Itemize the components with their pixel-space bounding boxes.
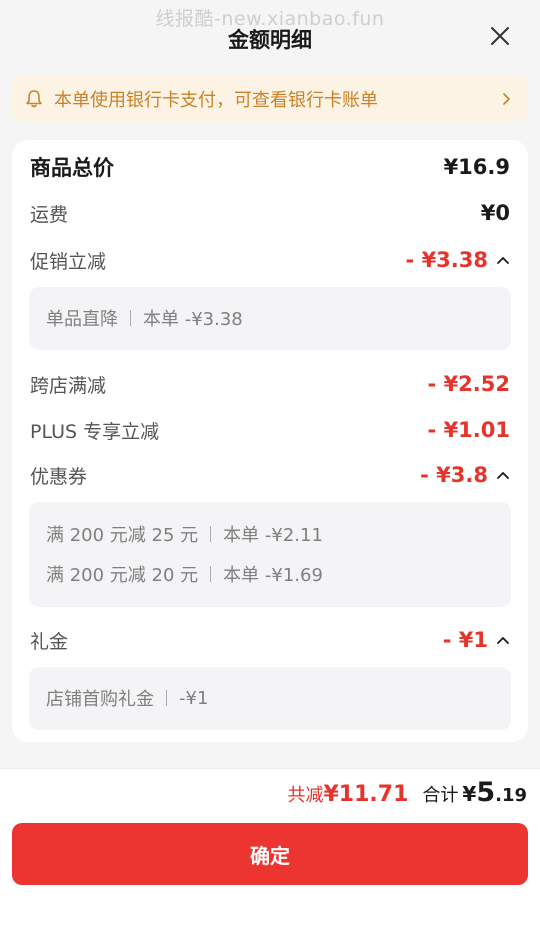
gift-value: - ¥1 bbox=[442, 628, 488, 652]
separator bbox=[130, 310, 131, 326]
total-currency: ¥ bbox=[462, 782, 477, 806]
coupon-value: - ¥3.8 bbox=[420, 463, 488, 487]
promo-amount[interactable]: - ¥3.38 bbox=[406, 248, 510, 272]
bell-icon bbox=[26, 90, 42, 108]
coupon-amount[interactable]: - ¥3.8 bbox=[420, 463, 510, 487]
chevron-up-icon[interactable] bbox=[496, 635, 510, 645]
coupon-detail-value: 本单 -¥2.11 bbox=[223, 525, 323, 546]
amount-details-card: 商品总价 ¥16.9 运费 ¥0 促销立减 - ¥3.38 单品直降 本单 -¥… bbox=[12, 140, 528, 742]
chevron-up-icon[interactable] bbox=[496, 255, 510, 265]
promo-detail-box: 单品直降 本单 -¥3.38 bbox=[29, 287, 511, 350]
gift-label: 礼金 bbox=[30, 630, 69, 653]
separator bbox=[210, 566, 212, 582]
promo-value: - ¥3.38 bbox=[405, 248, 488, 272]
discount-label: 共减 bbox=[287, 785, 324, 806]
gift-detail-line: 店铺首购礼金 -¥1 bbox=[46, 678, 494, 718]
gift-detail-name: 店铺首购礼金 bbox=[46, 689, 154, 710]
promo-detail-value: 本单 -¥3.38 bbox=[143, 309, 243, 330]
bottom-bar: 共减 ¥11.71 合计 ¥ 5 .19 确定 bbox=[0, 768, 540, 938]
total-price-row: 商品总价 ¥16.9 bbox=[30, 150, 510, 184]
total-integer: 5 bbox=[476, 777, 496, 808]
coupon-row[interactable]: 优惠券 - ¥3.8 bbox=[30, 458, 510, 492]
promo-row[interactable]: 促销立减 - ¥3.38 bbox=[30, 243, 510, 277]
discount-value: ¥11.71 bbox=[323, 782, 409, 807]
cross-store-value: - ¥2.52 bbox=[427, 372, 510, 396]
coupon-detail-name: 满 200 元减 25 元 bbox=[46, 525, 199, 546]
header: 线报酷-new.xianbao.fun 金额明细 bbox=[0, 0, 540, 72]
plus-label: PLUS 专享立减 bbox=[30, 420, 160, 443]
total-price-label: 商品总价 bbox=[30, 156, 114, 180]
promo-detail-line: 单品直降 本单 -¥3.38 bbox=[46, 298, 494, 338]
total-decimal: .19 bbox=[495, 785, 527, 806]
bank-card-notice[interactable]: 本单使用银行卡支付，可查看银行卡账单 bbox=[12, 76, 528, 122]
coupon-detail-box: 满 200 元减 25 元 本单 -¥2.11 满 200 元减 20 元 本单… bbox=[29, 502, 511, 607]
promo-label: 促销立减 bbox=[30, 250, 107, 273]
cross-store-row: 跨店满减 - ¥2.52 bbox=[30, 367, 510, 401]
separator bbox=[166, 690, 167, 706]
confirm-button[interactable]: 确定 bbox=[12, 823, 528, 885]
price-summary: 共减 ¥11.71 合计 ¥ 5 .19 bbox=[287, 777, 527, 808]
coupon-label: 优惠券 bbox=[30, 465, 88, 488]
notice-text: 本单使用银行卡支付，可查看银行卡账单 bbox=[54, 90, 378, 111]
gift-row[interactable]: 礼金 - ¥1 bbox=[30, 623, 510, 657]
page-title: 金额明细 bbox=[228, 28, 312, 52]
chevron-up-icon[interactable] bbox=[496, 470, 510, 480]
coupon-detail-line: 满 200 元减 20 元 本单 -¥1.69 bbox=[46, 554, 494, 594]
plus-value: - ¥1.01 bbox=[427, 418, 510, 442]
coupon-detail-name: 满 200 元减 20 元 bbox=[46, 565, 199, 586]
shipping-value: ¥0 bbox=[480, 201, 510, 225]
total-price-value: ¥16.9 bbox=[443, 155, 510, 179]
shipping-row: 运费 ¥0 bbox=[30, 196, 510, 230]
coupon-detail-value: 本单 -¥1.69 bbox=[223, 565, 323, 586]
gift-detail-box: 店铺首购礼金 -¥1 bbox=[29, 667, 511, 730]
shipping-label: 运费 bbox=[30, 203, 69, 226]
gift-amount[interactable]: - ¥1 bbox=[443, 628, 510, 652]
plus-row: PLUS 专享立减 - ¥1.01 bbox=[30, 413, 510, 447]
chevron-right-icon bbox=[503, 93, 510, 105]
gift-detail-value: -¥1 bbox=[179, 687, 209, 709]
cross-store-label: 跨店满减 bbox=[30, 374, 107, 397]
separator bbox=[210, 526, 212, 542]
total-label: 合计 bbox=[422, 785, 459, 806]
promo-detail-name: 单品直降 bbox=[46, 309, 118, 330]
coupon-detail-line: 满 200 元减 25 元 本单 -¥2.11 bbox=[46, 514, 494, 554]
close-icon[interactable] bbox=[488, 24, 512, 48]
